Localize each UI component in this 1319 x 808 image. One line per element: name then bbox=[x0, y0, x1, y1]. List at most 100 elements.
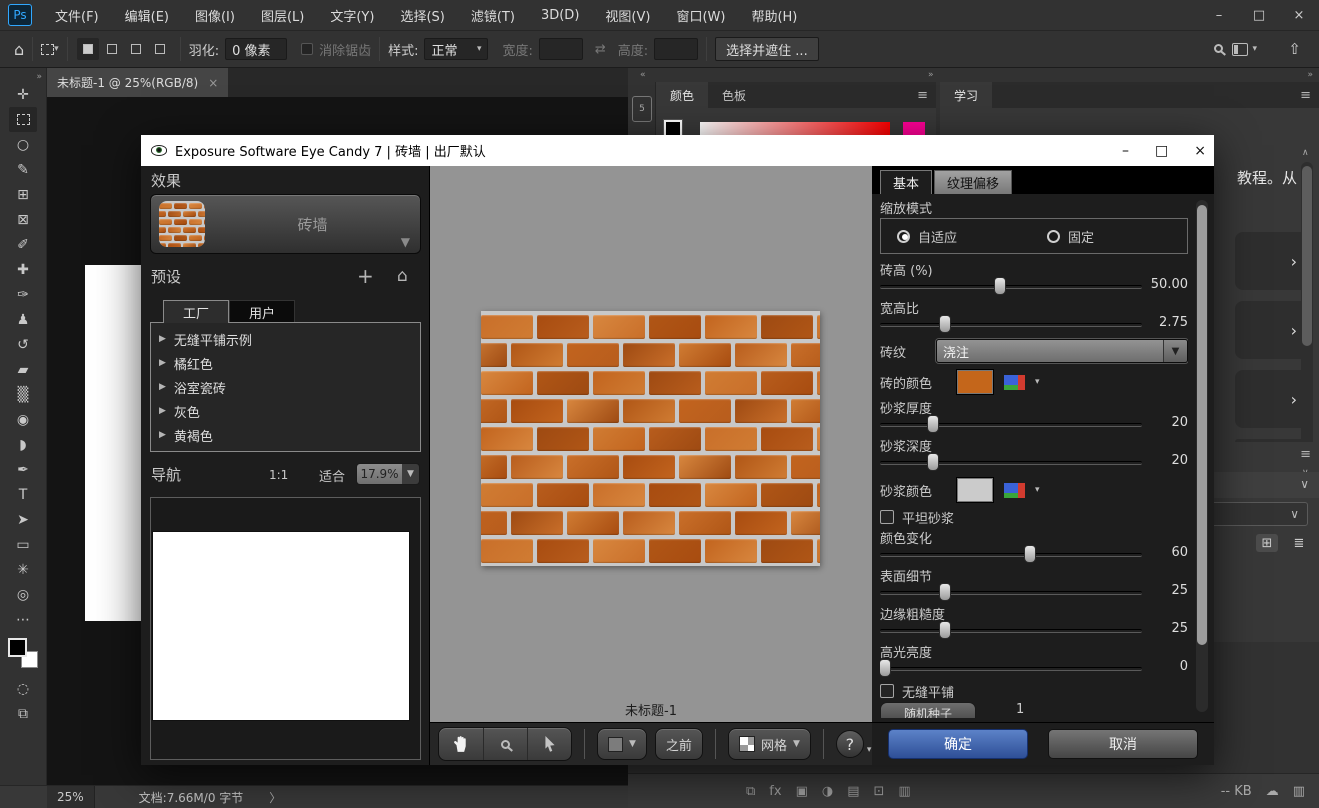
aspect-ratio-track[interactable] bbox=[880, 323, 1142, 327]
healing-tool-icon[interactable]: ✚ bbox=[9, 257, 37, 282]
edge-roughness-track[interactable] bbox=[880, 629, 1142, 633]
list-view-icon[interactable]: ≣ bbox=[1288, 534, 1310, 552]
antialias-checkbox[interactable] bbox=[301, 43, 313, 55]
hand-tool-button[interactable] bbox=[439, 728, 483, 760]
stamp-tool-icon[interactable]: ♟ bbox=[9, 307, 37, 332]
new-layer-icon[interactable]: ⊡ bbox=[874, 784, 885, 799]
lasso-tool-icon[interactable]: ○ bbox=[9, 132, 37, 157]
window-maximize-button[interactable]: □ bbox=[1239, 0, 1279, 30]
zoom-dropdown-icon[interactable]: ▼ bbox=[402, 464, 419, 484]
ok-button[interactable]: 确定 bbox=[888, 729, 1028, 759]
trash-icon[interactable]: ▥ bbox=[1293, 784, 1305, 799]
help-dropdown-icon[interactable]: ▾ bbox=[867, 745, 872, 755]
link-layers-icon[interactable]: ⧉ bbox=[746, 784, 755, 799]
expand-arrow-icon[interactable]: ▶ bbox=[159, 358, 166, 368]
expand-dock-icon-2[interactable]: » bbox=[1307, 70, 1313, 80]
menu-item[interactable]: 文件(F) bbox=[42, 0, 112, 30]
move-tool-icon[interactable]: ✛ bbox=[9, 82, 37, 107]
tab-learn[interactable]: 学习 bbox=[940, 82, 992, 108]
foreground-color-swatch[interactable] bbox=[8, 638, 27, 657]
brick-height-thumb[interactable] bbox=[994, 277, 1006, 295]
feather-input[interactable]: 0 像素 bbox=[225, 38, 287, 60]
tab-user-presets[interactable]: 用户 bbox=[229, 300, 295, 323]
search-icon[interactable] bbox=[1214, 42, 1223, 57]
preset-item[interactable]: ▶无缝平铺示例 bbox=[151, 327, 420, 351]
libraries-dropdown-2[interactable]: ∨ bbox=[1208, 502, 1308, 526]
color-variation-thumb[interactable] bbox=[1024, 545, 1036, 563]
radio-fixed[interactable]: 固定 bbox=[1047, 227, 1094, 246]
layer-effects-icon[interactable]: fx bbox=[769, 784, 781, 799]
crop-tool-icon[interactable]: ⊞ bbox=[9, 182, 37, 207]
subtract-from-selection-button[interactable] bbox=[125, 38, 147, 60]
more-tools-icon[interactable]: ⋯ bbox=[9, 607, 37, 632]
new-selection-button[interactable] bbox=[77, 38, 99, 60]
gradient-tool-icon[interactable]: ▒ bbox=[9, 382, 37, 407]
flat-mortar-checkbox[interactable] bbox=[880, 510, 894, 524]
preset-item[interactable]: ▶浴室瓷砖 bbox=[151, 375, 420, 399]
menu-item[interactable]: 文字(Y) bbox=[317, 0, 387, 30]
blur-tool-icon[interactable]: ◉ bbox=[9, 407, 37, 432]
workspace-switcher[interactable]: ▾ bbox=[1232, 43, 1257, 56]
navigation-preview[interactable] bbox=[150, 497, 421, 760]
document-tab[interactable]: 未标题-1 @ 25%(RGB/8) × bbox=[47, 68, 228, 97]
expand-arrow-icon[interactable]: ▶ bbox=[159, 406, 166, 416]
zoom-level-field[interactable]: 25% bbox=[47, 786, 95, 808]
surface-detail-thumb[interactable] bbox=[939, 583, 951, 601]
color-palette-icon[interactable] bbox=[1004, 483, 1025, 498]
expand-arrow-icon[interactable]: ▶ bbox=[159, 430, 166, 440]
expand-arrow-icon[interactable]: ▶ bbox=[159, 382, 166, 392]
dialog-close-button[interactable]: × bbox=[1194, 143, 1206, 159]
expand-arrow-icon[interactable]: ▶ bbox=[159, 334, 166, 344]
view-mode-button[interactable]: ▼ bbox=[597, 728, 647, 760]
reset-home-icon[interactable]: ⌂ bbox=[397, 266, 408, 286]
menu-item[interactable]: 编辑(E) bbox=[112, 0, 182, 30]
mortar-thickness-track[interactable] bbox=[880, 423, 1142, 427]
select-and-mask-button[interactable]: 选择并遮住 ... bbox=[715, 37, 819, 61]
learn-card[interactable]: › bbox=[1235, 370, 1311, 428]
collapse-dock-icon[interactable]: « bbox=[640, 70, 646, 80]
before-button[interactable]: 之前 bbox=[655, 728, 703, 760]
foreground-background-swatches[interactable] bbox=[8, 638, 38, 668]
help-button[interactable]: ? bbox=[836, 730, 864, 758]
share-icon[interactable]: ⇧ bbox=[1288, 40, 1301, 58]
dialog-minimize-button[interactable]: – bbox=[1122, 143, 1129, 159]
dialog-title-bar[interactable]: Exposure Software Eye Candy 7 | 砖墙 | 出厂默… bbox=[141, 135, 1214, 166]
zoom-tool-button[interactable] bbox=[483, 728, 527, 760]
swap-dimensions-icon[interactable]: ⇄ bbox=[595, 42, 606, 57]
collapsed-panel-icon[interactable]: 5 bbox=[632, 96, 652, 122]
menu-item[interactable]: 图像(I) bbox=[182, 0, 248, 30]
eraser-tool-icon[interactable]: ▰ bbox=[9, 357, 37, 382]
toolbar-collapse-icon[interactable]: » bbox=[36, 72, 42, 82]
palette-dropdown-icon[interactable]: ▾ bbox=[1035, 485, 1040, 495]
settings-scrollbar[interactable] bbox=[1196, 200, 1208, 712]
pointer-tool-button[interactable] bbox=[527, 728, 571, 760]
highlight-brightness-track[interactable] bbox=[880, 667, 1142, 671]
brush-tool-icon[interactable]: ✑ bbox=[9, 282, 37, 307]
width-input[interactable] bbox=[539, 38, 583, 60]
mortar-depth-track[interactable] bbox=[880, 461, 1142, 465]
preset-item[interactable]: ▶黄褐色 bbox=[151, 423, 420, 447]
menu-item[interactable]: 选择(S) bbox=[387, 0, 457, 30]
tool-preset-chevron-icon[interactable]: ▾ bbox=[54, 44, 59, 54]
menu-item[interactable]: 帮助(H) bbox=[738, 0, 810, 30]
radio-adaptive[interactable]: 自适应 bbox=[897, 227, 957, 246]
preview-area[interactable]: 未标题-1 bbox=[430, 166, 872, 722]
layer-mask-icon[interactable]: ▣ bbox=[796, 784, 808, 799]
brick-height-track[interactable] bbox=[880, 285, 1142, 289]
dialog-maximize-button[interactable]: □ bbox=[1155, 143, 1168, 159]
random-seed-button[interactable]: 随机种子 bbox=[880, 702, 976, 718]
edge-roughness-thumb[interactable] bbox=[939, 621, 951, 639]
learn-card[interactable]: › bbox=[1235, 301, 1311, 359]
libraries-menu-icon[interactable]: ≡ bbox=[1300, 447, 1311, 462]
expand-dock-icon[interactable]: » bbox=[928, 70, 934, 80]
add-preset-icon[interactable]: + bbox=[357, 264, 374, 288]
learn-scrollbar[interactable]: ∧ ∨ bbox=[1301, 162, 1313, 462]
home-icon[interactable]: ⌂ bbox=[14, 40, 24, 59]
frame-tool-icon[interactable]: ⊠ bbox=[9, 207, 37, 232]
tab-basic[interactable]: 基本 bbox=[880, 170, 932, 194]
tab-factory-presets[interactable]: 工厂 bbox=[163, 300, 229, 323]
aspect-ratio-thumb[interactable] bbox=[939, 315, 951, 333]
style-select[interactable]: 正常▾ bbox=[424, 38, 488, 60]
tab-swatches[interactable]: 色板 bbox=[708, 82, 760, 108]
zoom-fit-button[interactable]: 适合 bbox=[319, 466, 345, 485]
